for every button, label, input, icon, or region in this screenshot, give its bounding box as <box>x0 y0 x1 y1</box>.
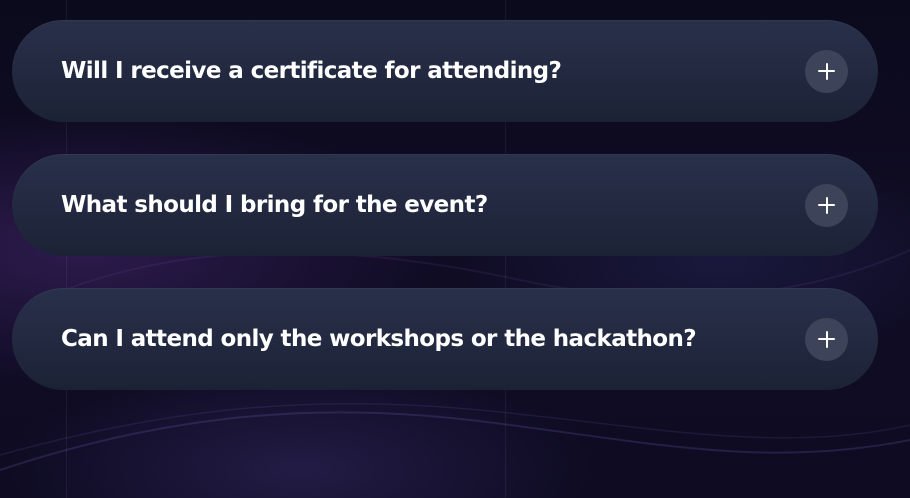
plus-icon-vertical-bar <box>825 196 828 214</box>
faq-question: Will I receive a certificate for attendi… <box>61 58 562 84</box>
plus-icon-vertical-bar <box>825 62 828 80</box>
faq-list: Will I receive a certificate for attendi… <box>12 20 878 422</box>
faq-item-what-to-bring[interactable]: What should I bring for the event? <box>12 154 878 256</box>
faq-item-certificate[interactable]: Will I receive a certificate for attendi… <box>12 20 878 122</box>
faq-question: Can I attend only the workshops or the h… <box>61 326 697 352</box>
faq-question: What should I bring for the event? <box>61 192 488 218</box>
plus-icon[interactable] <box>805 49 848 93</box>
faq-item-workshops-or-hackathon[interactable]: Can I attend only the workshops or the h… <box>12 288 878 390</box>
plus-icon-vertical-bar <box>825 330 828 348</box>
plus-icon[interactable] <box>805 317 848 361</box>
plus-icon[interactable] <box>805 183 848 227</box>
